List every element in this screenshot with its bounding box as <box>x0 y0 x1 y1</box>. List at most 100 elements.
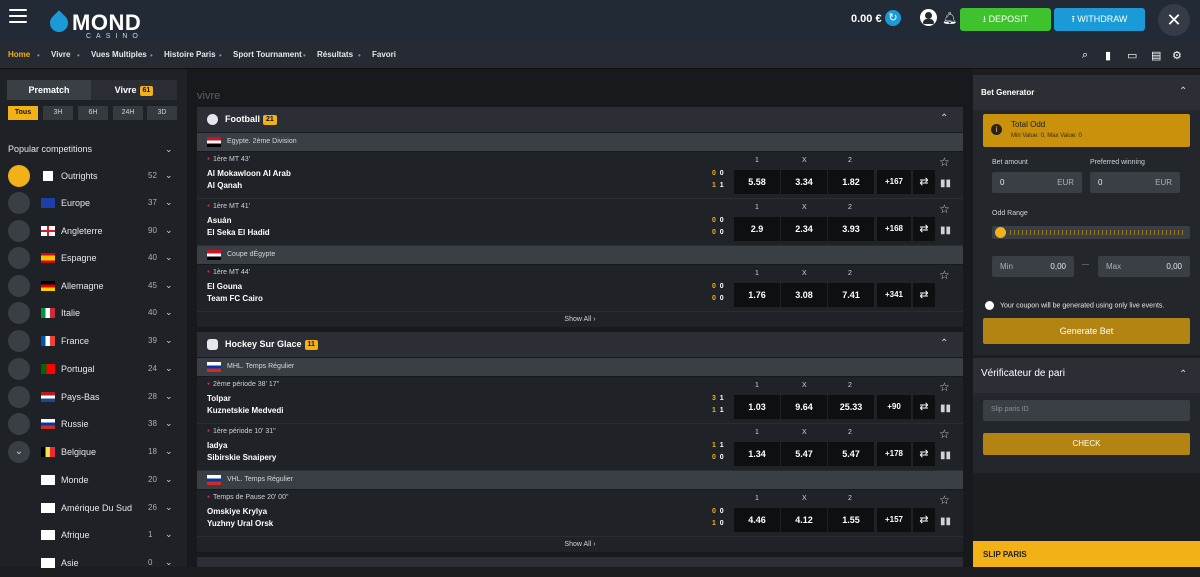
chevron-down-icon[interactable]: ⌄ <box>165 391 173 402</box>
deposit-button[interactable]: ⭳ DEPOSIT <box>960 8 1051 31</box>
competition-outrights[interactable]: Outrights 52 ⌄ <box>0 163 187 190</box>
time-filter-6h[interactable]: 6H <box>78 106 108 120</box>
match-row[interactable]: 1ère MT 43' Al Mokawloon Al Arab Al Qana… <box>197 152 963 199</box>
chevron-down-icon[interactable]: ⌄ <box>165 502 173 513</box>
star-icon[interactable]: ☆ <box>939 155 950 169</box>
chevron-up-icon[interactable]: ⌃ <box>940 113 948 124</box>
competition-afrique[interactable]: Afrique 1 ⌄ <box>0 522 187 549</box>
match-row[interactable]: 2ème période 38' 17" Tolpar Kuznetskie M… <box>197 377 963 424</box>
match-row[interactable]: Temps de Pause 20' 00" Omskiye Krylya Yu… <box>197 490 963 537</box>
preferred-winning-input[interactable]: 0 EUR <box>1090 172 1180 193</box>
chevron-down-icon[interactable]: ⌄ <box>165 557 173 568</box>
more-markets-button[interactable]: +168 <box>877 217 911 241</box>
odd-home-button[interactable]: 2.9 <box>734 217 780 241</box>
sport-header-football[interactable]: Football 21 ⌃ <box>197 107 963 132</box>
time-filter-tous[interactable]: Tous <box>8 106 38 120</box>
odd-draw-button[interactable]: 4.12 <box>781 508 827 532</box>
more-markets-button[interactable]: +157 <box>877 508 911 532</box>
odd-away-button[interactable]: 1.82 <box>828 170 874 194</box>
competition-espagne[interactable]: Espagne 40 ⌄ <box>0 245 187 272</box>
odd-draw-button[interactable]: 3.08 <box>781 283 827 307</box>
nav-item-home[interactable]: Home <box>8 50 30 59</box>
league-header[interactable]: Egypte. 2ème Division <box>197 133 963 151</box>
show-all-hockey-link[interactable]: Show All › <box>197 537 963 552</box>
chevron-up-icon[interactable]: ⌃ <box>1179 86 1187 97</box>
nav-item-vues-multiples[interactable]: Vues Multiples <box>91 50 147 59</box>
star-icon[interactable]: ☆ <box>939 380 950 394</box>
chevron-down-icon[interactable]: ⌄ <box>165 418 173 429</box>
statistics-icon[interactable]: ▮▮ <box>940 225 951 236</box>
time-filter-3d[interactable]: 3D <box>147 106 177 120</box>
chevron-down-icon[interactable]: ⌄ <box>165 280 173 291</box>
chevron-down-icon[interactable]: ⌄ <box>8 441 30 463</box>
odd-home-button[interactable]: 1.76 <box>734 283 780 307</box>
statistics-icon[interactable]: ▮▮ <box>940 516 951 527</box>
league-header[interactable]: VHL. Temps Régulier <box>197 471 963 489</box>
competition-amerique-du-sud[interactable]: Amérique Du Sud 26 ⌄ <box>0 495 187 522</box>
statistics-icon[interactable]: ▮▮ <box>940 450 951 461</box>
star-icon[interactable]: ☆ <box>939 493 950 507</box>
more-markets-button[interactable]: +167 <box>877 170 911 194</box>
calculator-icon[interactable]: ▤ <box>1151 49 1161 62</box>
odd-away-button[interactable]: 1.55 <box>828 508 874 532</box>
chevron-down-icon[interactable]: ⌄ <box>165 363 173 374</box>
bet-slip-header[interactable]: SLIP PARIS <box>973 541 1200 567</box>
match-row[interactable]: 1ère période 10' 31" ladya Sibirskie Sna… <box>197 424 963 471</box>
odd-away-button[interactable]: 25.33 <box>828 395 874 419</box>
star-icon[interactable]: ☆ <box>939 202 950 216</box>
swap-arrows-icon[interactable]: ⇄ <box>913 395 935 419</box>
star-icon[interactable]: ☆ <box>939 268 950 282</box>
gear-icon[interactable]: ⚙ <box>1172 49 1182 62</box>
competition-europe[interactable]: Europe 37 ⌄ <box>0 190 187 217</box>
tab-prematch[interactable]: Prematch <box>7 80 91 100</box>
nav-item-histoire-paris[interactable]: Histoire Paris <box>164 50 216 59</box>
chevron-down-icon[interactable]: ⌄ <box>165 335 173 346</box>
swap-arrows-icon[interactable]: ⇄ <box>913 508 935 532</box>
min-odd-input[interactable]: Min 0,00 <box>992 256 1074 277</box>
chevron-down-icon[interactable]: ⌄ <box>165 529 173 540</box>
chevron-down-icon[interactable]: ⌄ <box>165 252 173 263</box>
chevron-down-icon[interactable]: ⌄ <box>165 144 173 155</box>
odd-draw-button[interactable]: 3.34 <box>781 170 827 194</box>
odd-range-slider[interactable] <box>992 226 1190 239</box>
time-filter-24h[interactable]: 24H <box>113 106 143 120</box>
league-header[interactable]: MHL. Temps Régulier <box>197 358 963 376</box>
competition-france[interactable]: France 39 ⌄ <box>0 328 187 355</box>
odd-home-button[interactable]: 1.03 <box>734 395 780 419</box>
slip-id-input[interactable]: Slip paris ID <box>983 400 1190 421</box>
nav-item-resultats[interactable]: Résultats <box>317 50 353 59</box>
swap-arrows-icon[interactable]: ⇄ <box>913 442 935 466</box>
chevron-down-icon[interactable]: ⌄ <box>165 307 173 318</box>
chevron-up-icon[interactable]: ⌃ <box>940 338 948 349</box>
swap-arrows-icon[interactable]: ⇄ <box>913 283 935 307</box>
league-header[interactable]: Coupe dÉgypte <box>197 246 963 264</box>
odd-home-button[interactable]: 1.34 <box>734 442 780 466</box>
bet-generator-header[interactable]: Bet Generator ⌃ <box>973 75 1200 110</box>
nav-item-vivre[interactable]: Vivre <box>51 50 70 59</box>
bell-icon[interactable]: 🔔︎ <box>942 11 957 25</box>
chevron-down-icon[interactable]: ⌄ <box>165 225 173 236</box>
show-all-football-link[interactable]: Show All › <box>197 312 963 327</box>
statistics-icon[interactable]: ▮▮ <box>940 178 951 189</box>
odd-away-button[interactable]: 3.93 <box>828 217 874 241</box>
competition-pays-bas[interactable]: Pays-Bas 28 ⌄ <box>0 384 187 411</box>
chevron-up-icon[interactable]: ⌃ <box>1179 369 1187 380</box>
odd-away-button[interactable]: 5.47 <box>828 442 874 466</box>
bet-amount-input[interactable]: 0 EUR <box>992 172 1082 193</box>
odd-draw-button[interactable]: 9.64 <box>781 395 827 419</box>
competition-portugal[interactable]: Portugal 24 ⌄ <box>0 356 187 383</box>
bet-verifier-header[interactable]: Vérificateur de pari ⌃ <box>973 358 1200 393</box>
competition-belgique[interactable]: ⌄ Belgique 18 ⌄ <box>0 439 187 466</box>
competition-angleterre[interactable]: Angleterre 90 ⌄ <box>0 218 187 245</box>
odd-draw-button[interactable]: 5.47 <box>781 442 827 466</box>
casino-logo[interactable]: MOND CASINO <box>46 8 160 40</box>
search-icon[interactable]: ⌕ <box>1082 49 1088 62</box>
more-markets-button[interactable]: +178 <box>877 442 911 466</box>
odd-home-button[interactable]: 5.58 <box>734 170 780 194</box>
competition-italie[interactable]: Italie 40 ⌄ <box>0 300 187 327</box>
odd-home-button[interactable]: 4.46 <box>734 508 780 532</box>
chevron-down-icon[interactable]: ⌄ <box>165 197 173 208</box>
match-row[interactable]: 1ère MT 41' Asuán El Seka El Hadid 0 0 0… <box>197 199 963 246</box>
sport-header-next[interactable] <box>197 557 963 567</box>
user-account-icon[interactable] <box>920 9 937 26</box>
